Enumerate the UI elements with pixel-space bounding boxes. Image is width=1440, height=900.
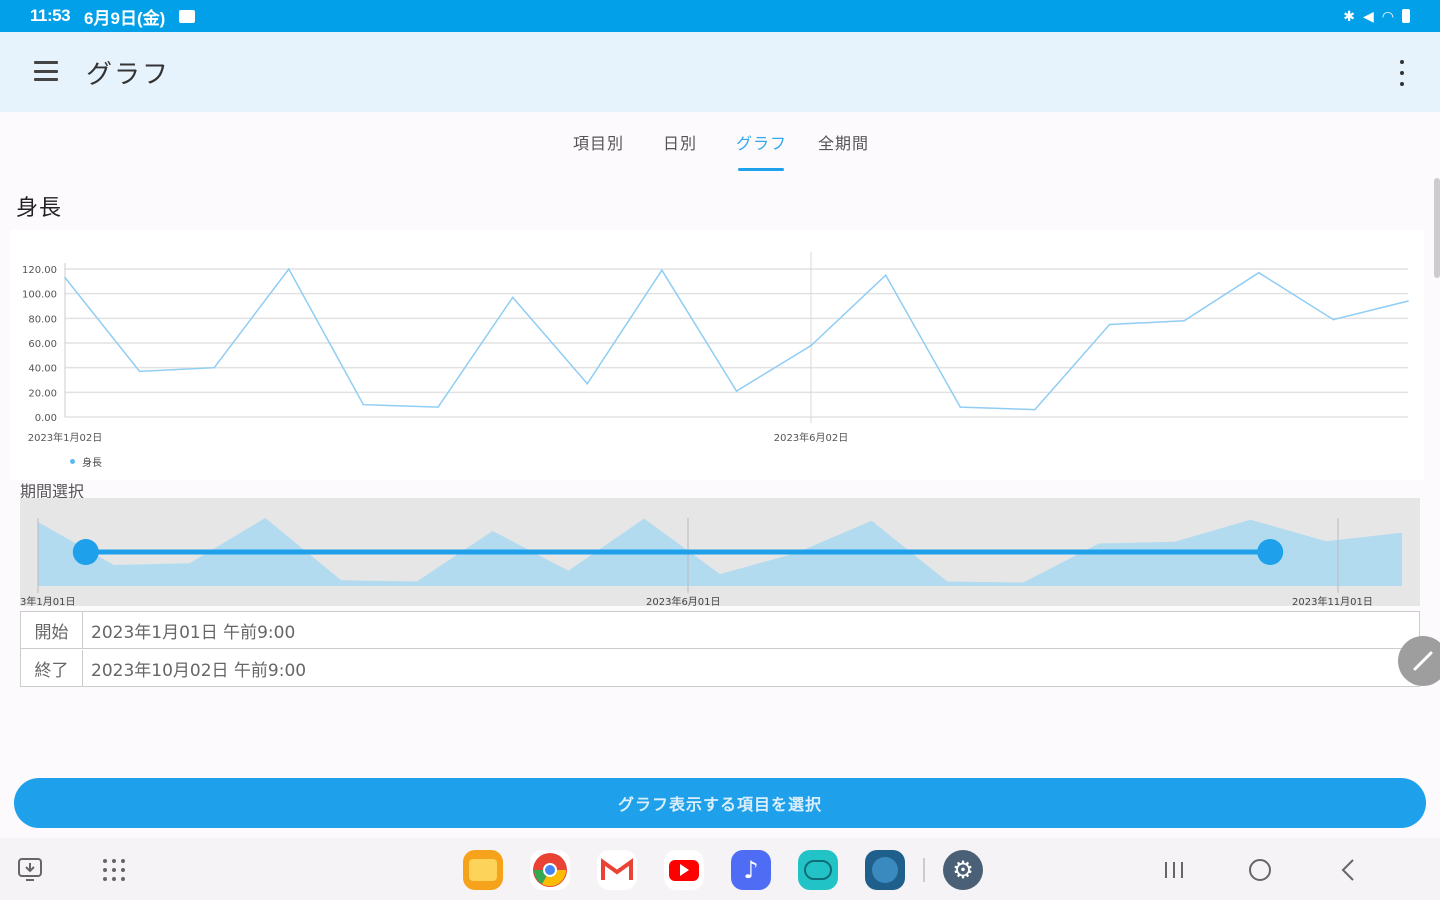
tab-by-day[interactable]: 日別 bbox=[663, 130, 697, 154]
folder-icon[interactable] bbox=[463, 850, 503, 890]
y-tick-label: 0.00 bbox=[35, 413, 57, 424]
settings-icon[interactable]: ⚙ bbox=[943, 850, 983, 890]
period-start-row[interactable]: 開始 2023年1月01日 午前9:00 bbox=[21, 612, 1419, 649]
back-icon[interactable] bbox=[1338, 858, 1358, 882]
range-tick-label: 2023年11月01日 bbox=[1292, 597, 1373, 608]
data-point bbox=[884, 274, 887, 276]
wifi-icon: ◠ bbox=[1381, 7, 1394, 24]
youtube-icon[interactable] bbox=[664, 850, 704, 890]
edit-fab[interactable] bbox=[1398, 636, 1440, 686]
chrome-icon[interactable] bbox=[530, 850, 570, 890]
tab-by-item[interactable]: 項目別 bbox=[573, 130, 624, 154]
chat-icon[interactable] bbox=[798, 850, 838, 890]
select-items-button[interactable]: グラフ表示する項目を選択 bbox=[14, 778, 1426, 828]
pencil-icon bbox=[1413, 651, 1433, 671]
data-point bbox=[1257, 271, 1260, 274]
line-chart: 0.00 20.00 40.00 60.00 80.00 100.00 120.00 2023… bbox=[10, 230, 1424, 480]
dock-divider bbox=[923, 858, 925, 882]
data-point bbox=[810, 344, 812, 347]
section-title: 身長 bbox=[16, 196, 63, 221]
range-tick-label: 3年1月01日 bbox=[20, 597, 76, 608]
data-point bbox=[735, 390, 738, 392]
data-point bbox=[64, 276, 66, 279]
data-point bbox=[1034, 408, 1036, 411]
y-tick-label: 60.00 bbox=[28, 339, 57, 350]
range-canvas bbox=[37, 518, 1402, 593]
period-table: 開始 2023年1月01日 午前9:00 終了 2023年10月02日 午前9:… bbox=[20, 611, 1420, 687]
legend-label: 身長 bbox=[82, 458, 102, 469]
y-tick-label: 100.00 bbox=[22, 290, 57, 301]
data-point bbox=[213, 366, 216, 369]
end-value[interactable]: 2023年10月02日 午前9:00 bbox=[83, 656, 306, 681]
scrollbar[interactable] bbox=[1434, 178, 1440, 278]
legend-swatch bbox=[70, 459, 75, 464]
app-drawer-icon[interactable] bbox=[102, 858, 126, 882]
tab-all-period[interactable]: 全期間 bbox=[818, 130, 869, 154]
tab-graph[interactable]: グラフ bbox=[736, 130, 787, 154]
period-end-row[interactable]: 終了 2023年10月02日 午前9:00 bbox=[21, 650, 1419, 687]
data-point bbox=[1407, 300, 1409, 302]
music-icon[interactable]: ♪ bbox=[731, 850, 771, 890]
data-point bbox=[511, 296, 514, 299]
data-point bbox=[661, 269, 663, 272]
range-start-handle bbox=[72, 539, 99, 565]
active-tab-indicator bbox=[738, 168, 784, 171]
more-options-icon[interactable] bbox=[1397, 60, 1407, 86]
notification-icon bbox=[179, 9, 196, 23]
data-point bbox=[1108, 323, 1111, 326]
status-date: 6月9日(金) bbox=[84, 8, 166, 28]
x-tick-label: 2023年1月02日 bbox=[28, 431, 103, 444]
series-line bbox=[64, 267, 1409, 411]
home-icon[interactable] bbox=[1248, 858, 1272, 882]
x-tick-label: 2023年6月02日 bbox=[774, 431, 849, 444]
page-title: グラフ bbox=[86, 60, 171, 90]
status-time: 11:53 bbox=[30, 6, 71, 25]
app-bar: グラフ bbox=[0, 32, 1440, 112]
y-tick-label: 20.00 bbox=[28, 388, 57, 399]
data-point bbox=[288, 268, 290, 270]
data-point bbox=[437, 406, 439, 408]
chart-canvas: 0.00 20.00 40.00 60.00 80.00 100.00 120.00 2023… bbox=[22, 252, 1409, 444]
gmail-icon[interactable] bbox=[597, 850, 637, 890]
data-point bbox=[586, 382, 589, 385]
battery-icon bbox=[1402, 9, 1410, 23]
tab-bar: 項目別 日別 グラフ 全期間 bbox=[0, 112, 1440, 172]
data-point bbox=[1183, 320, 1185, 322]
y-tick-label: 120.00 bbox=[22, 265, 57, 276]
range-tick-label: 2023年6月01日 bbox=[646, 597, 721, 608]
y-tick-label: 80.00 bbox=[28, 314, 57, 325]
data-point bbox=[959, 406, 962, 408]
data-point bbox=[362, 403, 365, 406]
data-point bbox=[1332, 318, 1335, 321]
start-value[interactable]: 2023年1月01日 午前9:00 bbox=[83, 618, 295, 643]
start-label: 開始 bbox=[21, 612, 83, 648]
recent-apps-icon[interactable] bbox=[1163, 860, 1185, 880]
status-icons: ✱ ◀ ◠ bbox=[1343, 8, 1410, 25]
status-bar: 11:53 6月9日(金) ✱ ◀ ◠ bbox=[0, 0, 1440, 32]
end-label: 終了 bbox=[21, 650, 83, 687]
range-selector[interactable] bbox=[20, 498, 1420, 606]
range-end-handle bbox=[1257, 539, 1284, 565]
y-tick-label: 40.00 bbox=[28, 364, 57, 375]
data-point bbox=[138, 370, 141, 373]
screen-share-icon[interactable] bbox=[18, 858, 44, 882]
menu-icon[interactable] bbox=[34, 61, 58, 81]
video-icon[interactable] bbox=[865, 850, 905, 890]
bluetooth-icon: ✱ bbox=[1343, 7, 1355, 24]
mute-icon: ◀ bbox=[1363, 7, 1374, 24]
navigation-bar: ♪ ⚙ bbox=[0, 838, 1440, 900]
